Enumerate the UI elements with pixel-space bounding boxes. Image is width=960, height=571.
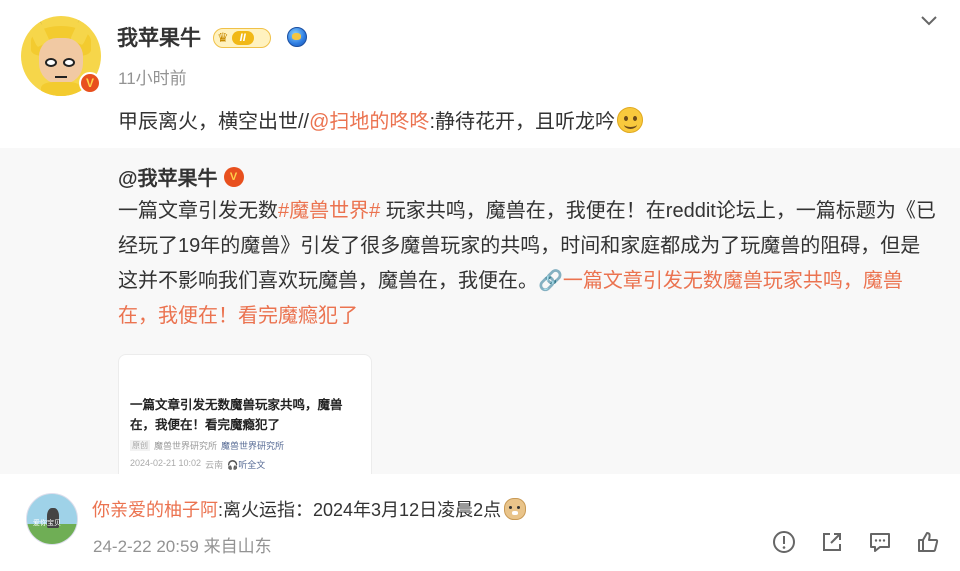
avatar-mouth (55, 74, 67, 78)
repost-author-name[interactable]: @我苹果牛 (118, 162, 218, 191)
share-icon[interactable] (819, 529, 845, 555)
crown-icon: ♛ (217, 30, 229, 45)
post-text-after: :静待花开，且听龙吟 (429, 111, 615, 133)
comment-body: 你亲爱的柚子阿 :离火运指：2024年3月12日凌晨2点 (92, 496, 527, 522)
repost-text: 一篇文章引发无数#魔兽世界# 玩家共鸣，魔兽在，我便在！在reddit论坛上，一… (118, 194, 938, 334)
card-title: 一篇文章引发无数魔兽玩家共鸣，魔兽在，我便在！看完魔瘾犯了 (130, 398, 343, 432)
card-location: 云南 (205, 460, 224, 470)
hashtag-link[interactable]: #魔兽世界# (278, 200, 380, 222)
card-date: 2024-02-21 10:02 (130, 458, 202, 468)
avatar-caption: 爱你宝贝 (33, 520, 61, 527)
member-level-label: II (231, 31, 254, 45)
comment-meta: 24-2-22 20:59 来自山东 (93, 537, 272, 556)
report-icon[interactable] (771, 529, 797, 555)
repost-text-part1: 一篇文章引发无数 (118, 200, 278, 222)
card-meta: 原创 魔兽世界研究所 魔兽世界研究所 (130, 439, 284, 452)
card-source-1: 魔兽世界研究所 (154, 441, 218, 451)
post-timestamp[interactable]: 11小时前 (118, 64, 187, 89)
avatar-body (41, 82, 81, 96)
avatar-eye-right (63, 58, 75, 67)
commenter-name[interactable]: 你亲爱的柚子阿 (92, 496, 218, 522)
listen-button[interactable]: 🎧听全文 (227, 458, 265, 471)
avatar-eye-left (45, 58, 57, 67)
mention-link[interactable]: @扫地的咚咚 (309, 105, 429, 134)
member-level-badge[interactable]: ♛ II (213, 28, 271, 48)
post-username[interactable]: 我苹果牛 (117, 22, 201, 52)
listen-label: 听全文 (238, 460, 266, 470)
card-date-row: 2024-02-21 10:02 云南 🎧听全文 (130, 458, 265, 471)
comment-icon[interactable] (867, 529, 893, 555)
doge-emoji-icon (504, 498, 527, 520)
repost-block[interactable]: @我苹果牛 V 一篇文章引发无数#魔兽世界# 玩家共鸣，魔兽在，我便在！在red… (0, 148, 960, 474)
verified-v-icon: V (79, 72, 101, 94)
headphone-icon: 🎧 (227, 460, 239, 470)
card-source-2[interactable]: 魔兽世界研究所 (221, 439, 284, 452)
article-card[interactable]: 一篇文章引发无数魔兽玩家共鸣，魔兽在，我便在！看完魔瘾犯了 原创 魔兽世界研究所… (118, 354, 372, 474)
chevron-down-icon[interactable] (918, 10, 940, 32)
smile-emoji-icon (617, 106, 643, 133)
link-icon: 🔗 (538, 270, 563, 292)
repost-author[interactable]: @我苹果牛 V (118, 162, 244, 191)
original-tag: 原创 (130, 440, 150, 451)
globe-badge-icon[interactable] (287, 27, 307, 47)
comment-text: :离火运指：2024年3月12日凌晨2点 (218, 500, 502, 520)
post-text-before: 甲辰离火，横空出世// (118, 111, 310, 133)
post-body: 甲辰离火，横空出世// @扫地的咚咚 :静待花开，且听龙吟 (118, 105, 643, 134)
like-icon[interactable] (915, 529, 941, 555)
verified-v-icon: V (223, 166, 244, 187)
commenter-avatar[interactable]: 爱你宝贝 (26, 493, 78, 545)
